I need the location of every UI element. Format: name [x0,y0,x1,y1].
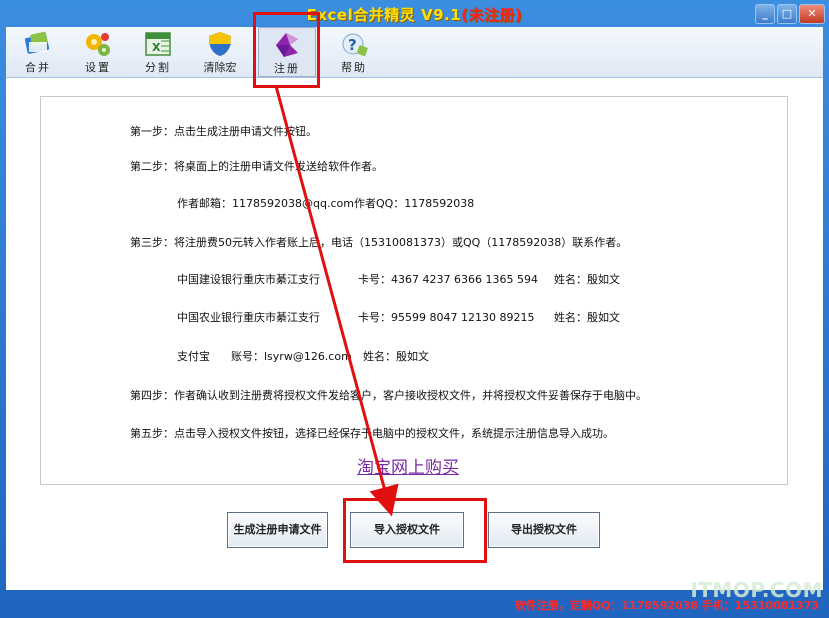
status-contact-text: 软件注册，定制QQ：1178592038 手机：15310081373 [514,599,819,612]
status-bar: 软件注册，定制QQ：1178592038 手机：15310081373 [0,591,829,618]
app-window: Excel合并精灵 V9.1(未注册) _ □ ✕ 合并 设置 X 分割 清除宏… [0,0,829,618]
annotation-arrow [274,85,399,517]
